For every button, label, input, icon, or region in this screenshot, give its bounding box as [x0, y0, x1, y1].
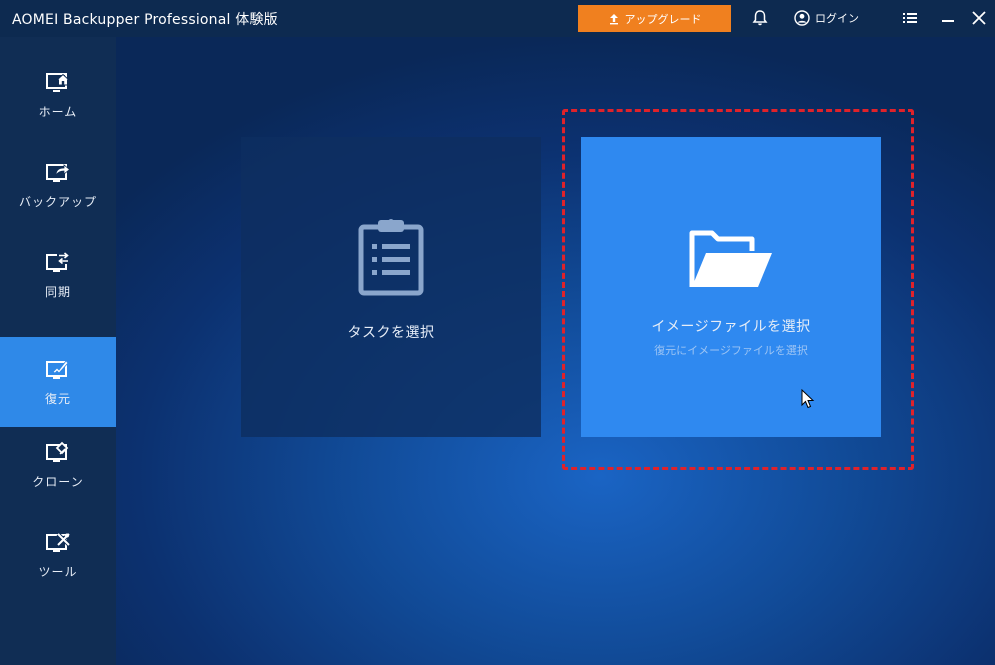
upgrade-label: アップグレード — [624, 12, 702, 26]
user-icon — [794, 10, 810, 26]
select-image-file-title: イメージファイルを選択 — [651, 319, 811, 335]
clipboard-list-icon — [358, 219, 424, 296]
sync-icon — [46, 251, 70, 272]
select-image-file-card[interactable]: イメージファイルを選択 復元にイメージファイルを選択 — [581, 137, 881, 437]
sidebar-item-home[interactable]: ホーム — [0, 50, 116, 140]
minimize-icon[interactable] — [940, 10, 956, 26]
sidebar-item-restore[interactable]: 復元 — [0, 337, 116, 427]
backup-icon — [46, 163, 71, 182]
login-label: ログイン — [815, 12, 859, 25]
sidebar-item-label: ツール — [38, 564, 78, 579]
mouse-cursor-icon — [801, 389, 815, 409]
sidebar-item-tools[interactable]: ツール — [0, 510, 116, 600]
upgrade-button[interactable]: アップグレード — [578, 5, 731, 32]
select-task-card[interactable]: タスクを選択 — [241, 137, 541, 437]
sidebar-item-label: バックアップ — [18, 194, 97, 209]
sidebar-item-sync[interactable]: 同期 — [0, 230, 116, 320]
login-button[interactable]: ログイン — [794, 8, 859, 28]
select-image-file-subtitle: 復元にイメージファイルを選択 — [654, 344, 808, 357]
upgrade-arrow-icon — [609, 13, 618, 24]
select-task-title: タスクを選択 — [347, 325, 435, 341]
home-icon — [46, 72, 71, 92]
sidebar-item-label: 復元 — [44, 391, 71, 406]
sidebar-item-clone[interactable]: クローン — [0, 420, 116, 510]
sidebar-item-label: ホーム — [38, 104, 78, 119]
restore-icon — [46, 359, 69, 379]
bell-icon[interactable] — [751, 9, 769, 27]
sidebar-item-label: クローン — [32, 474, 84, 489]
close-icon[interactable] — [971, 10, 987, 26]
folder-open-icon — [689, 230, 772, 287]
title-bar: AOMEI Backupper Professional 体験版 アップグレード… — [0, 0, 995, 37]
window-title: AOMEI Backupper Professional 体験版 — [12, 12, 278, 28]
tools-icon — [46, 532, 71, 552]
sidebar-item-backup[interactable]: バックアップ — [0, 140, 116, 230]
sidebar: ホーム バックアップ 同期 復元 クローン ツール — [0, 37, 116, 665]
clone-icon — [46, 441, 69, 462]
menu-icon[interactable] — [902, 10, 918, 26]
main-panel: タスクを選択 イメージファイルを選択 復元にイメージファイルを選択 — [116, 37, 995, 665]
sidebar-item-label: 同期 — [44, 284, 71, 299]
